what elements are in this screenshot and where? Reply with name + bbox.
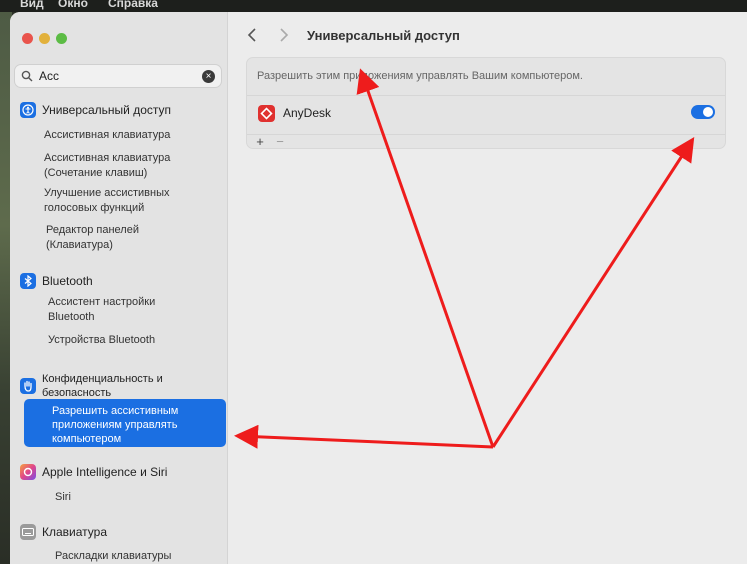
sidebar: Acc × Универсальный доступ Ассистивная к… — [10, 12, 228, 564]
zoom-button[interactable] — [56, 33, 67, 44]
sidebar-item-privacy[interactable]: Конфиденциальность и безопасность — [20, 372, 182, 402]
sidebar-item-label: Конфиденциальность и безопасность — [42, 373, 163, 399]
remove-app-button[interactable]: − — [273, 134, 287, 149]
siri-icon — [20, 464, 36, 480]
close-button[interactable] — [22, 33, 33, 44]
menu-bar: Вид Окно Справка — [0, 0, 747, 12]
chevron-left-icon[interactable] — [247, 26, 257, 47]
sidebar-item-label: Bluetooth — [42, 274, 93, 288]
sidebar-item-assistive-apps[interactable]: Разрешить ассистивным приложениям управл… — [24, 399, 226, 447]
sidebar-subitem[interactable]: Редактор панелей (Клавиатура) — [46, 223, 166, 253]
divider — [247, 134, 725, 135]
menu-view[interactable]: Вид — [20, 0, 44, 10]
menu-help[interactable]: Справка — [108, 0, 158, 10]
clear-search-icon[interactable]: × — [202, 70, 215, 83]
sidebar-item-label: Разрешить ассистивным приложениям управл… — [52, 405, 179, 445]
hand-icon — [20, 378, 36, 394]
sidebar-item-label: Клавиатура — [42, 525, 107, 539]
sidebar-subitem[interactable]: Раскладки клавиатуры — [55, 549, 205, 564]
search-field[interactable]: Acc × — [14, 64, 222, 88]
sidebar-item-label: Универсальный доступ — [42, 103, 172, 117]
divider — [247, 95, 725, 96]
search-input[interactable]: Acc — [39, 69, 59, 83]
minimize-button[interactable] — [39, 33, 50, 44]
settings-window: Acc × Универсальный доступ Ассистивная к… — [10, 12, 747, 564]
panel-description: Разрешить этим приложениям управлять Ваш… — [257, 70, 583, 82]
bluetooth-icon — [20, 273, 36, 289]
sidebar-subitem[interactable]: Устройства Bluetooth — [48, 333, 198, 348]
anydesk-toggle[interactable] — [691, 105, 715, 119]
page-title: Универсальный доступ — [307, 28, 460, 43]
sidebar-subitem[interactable]: Ассистивная клавиатура — [44, 128, 214, 143]
sidebar-item-siri[interactable]: Apple Intelligence и Siri — [20, 462, 167, 482]
apps-panel: Разрешить этим приложениям управлять Ваш… — [246, 57, 726, 149]
sidebar-subitem[interactable]: Siri — [55, 490, 71, 505]
sidebar-item-accessibility[interactable]: Универсальный доступ — [20, 100, 171, 120]
sidebar-item-label: Apple Intelligence и Siri — [42, 465, 168, 479]
chevron-right-icon[interactable] — [279, 26, 289, 47]
keyboard-icon — [20, 524, 36, 540]
add-app-button[interactable]: + — [253, 134, 267, 149]
sidebar-item-bluetooth[interactable]: Bluetooth — [20, 271, 93, 291]
sidebar-subitem[interactable]: Ассистент настройки Bluetooth — [48, 295, 178, 325]
search-icon — [21, 70, 33, 82]
accessibility-icon — [20, 102, 36, 118]
sidebar-subitem[interactable]: Ассистивная клавиатура (Сочетание клавиш… — [44, 151, 194, 181]
menu-window[interactable]: Окно — [58, 0, 88, 10]
sidebar-subitem[interactable]: Улучшение ассистивных голосовых функций — [44, 186, 194, 216]
anydesk-icon — [258, 105, 275, 122]
sidebar-item-keyboard[interactable]: Клавиатура — [20, 522, 107, 542]
content-pane: Универсальный доступ Разрешить этим прил… — [229, 12, 747, 564]
app-name: AnyDesk — [283, 106, 332, 120]
